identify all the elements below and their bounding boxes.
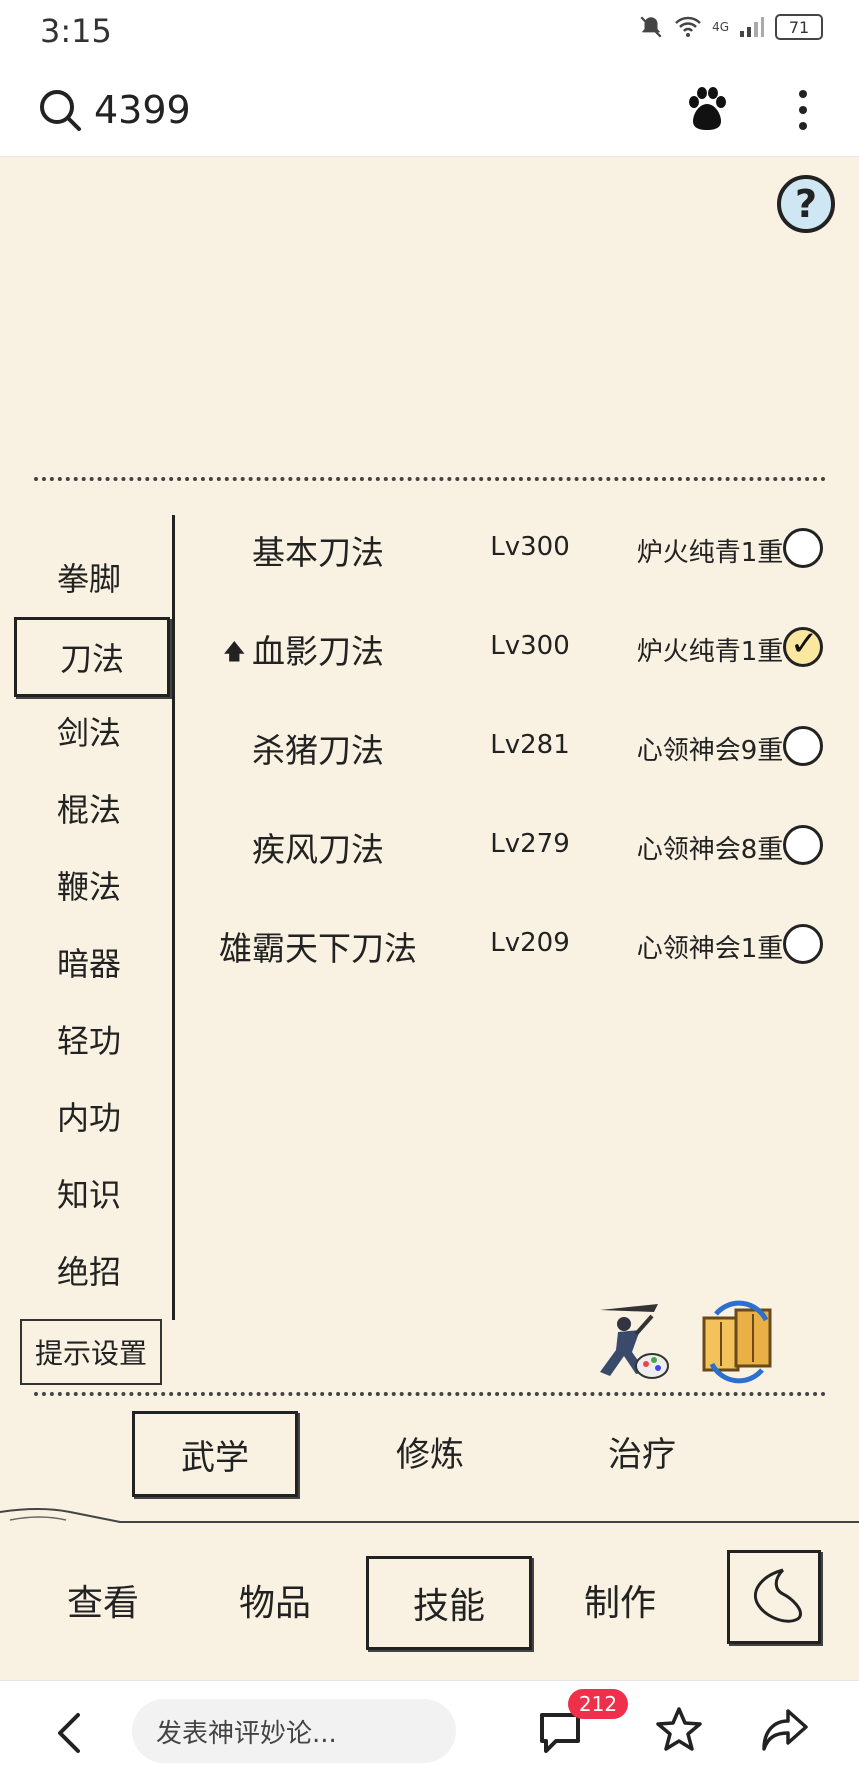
status-icons: 4G 71 — [638, 14, 823, 40]
back-icon[interactable] — [54, 1711, 84, 1755]
skill-row[interactable]: 基本刀法 Lv300 炉火纯青1重 — [175, 508, 845, 588]
battery-level: 71 — [788, 17, 810, 37]
skill-name: 杀猪刀法 — [252, 731, 384, 770]
sidebar-item-zhishi[interactable]: 知识 — [14, 1156, 164, 1230]
martial-artist-icon[interactable] — [588, 1300, 674, 1386]
network-type: 4G — [712, 20, 729, 34]
search-icon[interactable] — [38, 88, 82, 132]
sidebar-item-daofa[interactable]: 刀法 — [14, 617, 170, 697]
sidebar-item-quanjiao[interactable]: 拳脚 — [14, 540, 164, 614]
star-icon[interactable] — [654, 1705, 704, 1755]
skill-name: 疾风刀法 — [252, 830, 384, 869]
skill-select-radio[interactable] — [783, 624, 823, 667]
tab-xiulian[interactable]: 修炼 — [350, 1411, 510, 1491]
skill-select-radio[interactable] — [783, 924, 823, 964]
skill-name: 雄霸天下刀法 — [219, 929, 417, 968]
skill-row[interactable]: 疾风刀法 Lv279 心领神会8重 — [175, 805, 845, 885]
sidebar-item-juezhao[interactable]: 绝招 — [14, 1233, 164, 1307]
signal-icon — [740, 17, 764, 37]
comment-count-badge: 212 — [568, 1689, 628, 1719]
sidebar-item-jianfa[interactable]: 剑法 — [14, 694, 164, 768]
skill-row[interactable]: 杀猪刀法 Lv281 心领神会9重 — [175, 706, 845, 786]
skill-level: Lv281 — [490, 730, 570, 760]
swap-books-icon[interactable] — [696, 1298, 782, 1384]
tab-zhiliao[interactable]: 治疗 — [562, 1411, 722, 1491]
skill-row[interactable]: 雄霸天下刀法 Lv209 心领神会1重 — [175, 904, 845, 984]
skill-level: Lv300 — [490, 532, 570, 562]
tab-wuxue[interactable]: 武学 — [132, 1411, 298, 1497]
sidebar-item-gunfa[interactable]: 棍法 — [14, 771, 164, 845]
tab-zhizuo[interactable]: 制作 — [545, 1556, 695, 1644]
status-time: 3:15 — [40, 12, 112, 50]
skill-select-radio[interactable] — [783, 825, 823, 865]
status-bar: 3:15 4G 71 — [0, 0, 859, 66]
browser-bar: 4399 — [0, 66, 859, 157]
skill-name: 血影刀法 — [252, 632, 384, 671]
wifi-icon — [675, 16, 701, 37]
skill-level: Lv279 — [490, 829, 570, 859]
battery-icon: 71 — [775, 14, 823, 40]
hint-settings-button[interactable]: 提示设置 — [20, 1319, 162, 1385]
sidebar-item-bianfa[interactable]: 鞭法 — [14, 848, 164, 922]
skill-name: 基本刀法 — [252, 533, 384, 572]
sidebar-item-qinggong[interactable]: 轻功 — [14, 1002, 164, 1076]
comment-input[interactable]: 发表神评妙论... — [132, 1699, 456, 1763]
tab-jineng[interactable]: 技能 — [366, 1556, 532, 1650]
sidebar-item-neigong[interactable]: 内功 — [14, 1079, 164, 1153]
more-icon[interactable] — [794, 86, 812, 134]
ink-stroke-divider — [0, 1508, 859, 1523]
help-button[interactable]: ? — [777, 175, 835, 233]
skill-select-radio[interactable] — [783, 726, 823, 766]
bottom-nav: 发表神评妙论... 212 — [0, 1680, 859, 1782]
baidu-paw-icon[interactable] — [684, 86, 730, 132]
skill-level: Lv300 — [490, 631, 570, 661]
skill-select-radio[interactable] — [783, 528, 823, 568]
tab-wupin[interactable]: 物品 — [200, 1556, 350, 1644]
swirl-back-icon — [753, 1568, 802, 1623]
share-icon[interactable] — [760, 1707, 810, 1753]
sidebar-item-anqi[interactable]: 暗器 — [14, 925, 164, 999]
search-query[interactable]: 4399 — [94, 88, 191, 132]
tab-chakan[interactable]: 查看 — [28, 1556, 178, 1644]
mute-icon — [640, 16, 662, 38]
divider-top — [34, 477, 826, 481]
game-back-button[interactable] — [727, 1550, 821, 1644]
skill-row[interactable]: 🡅 血影刀法 Lv300 炉火纯青1重 — [175, 607, 845, 687]
skill-level: Lv209 — [490, 928, 570, 958]
divider-bottom — [34, 1392, 826, 1396]
